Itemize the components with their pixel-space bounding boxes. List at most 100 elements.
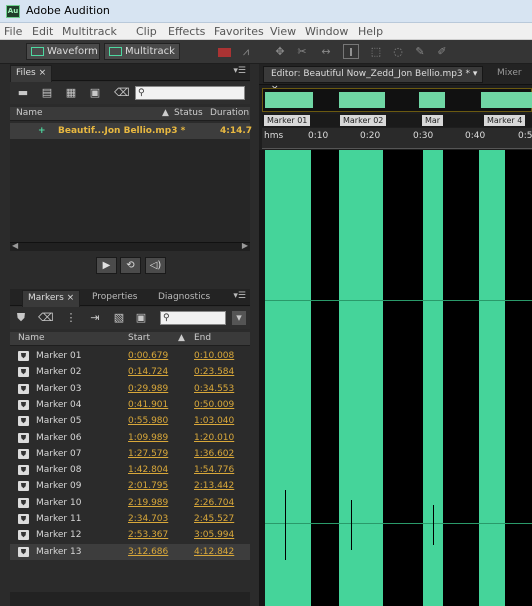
- marker-end[interactable]: 2:45.527: [194, 511, 234, 527]
- multitrack-button[interactable]: Multitrack: [104, 43, 180, 60]
- marker-row[interactable]: ⛊ Marker 04 0:41.901 0:50.009: [10, 397, 250, 413]
- waveform-display[interactable]: [265, 150, 532, 606]
- insert-into-playlist-icon[interactable]: ⇥: [88, 311, 102, 325]
- slip-tool-icon[interactable]: ↔: [318, 44, 334, 59]
- mixer-tab[interactable]: Mixer: [497, 68, 522, 78]
- files-scrollbar[interactable]: ◀ ▶: [10, 241, 250, 251]
- marker-row[interactable]: ⛊ Marker 12 2:53.367 3:05.994: [10, 527, 250, 543]
- markers-scrollbar[interactable]: [10, 592, 250, 606]
- marker-end[interactable]: 1:36.602: [194, 446, 234, 462]
- add-marker-icon[interactable]: ⛊: [14, 311, 28, 325]
- marker-end[interactable]: 2:26.704: [194, 495, 234, 511]
- marker-end[interactable]: 0:23.584: [194, 364, 234, 380]
- marker-row[interactable]: ⛊ Marker 06 1:09.989 1:20.010: [10, 430, 250, 446]
- brush-tool-icon[interactable]: ✎: [412, 44, 428, 59]
- col-start[interactable]: Start: [128, 332, 150, 345]
- marker-start[interactable]: 2:34.703: [128, 511, 168, 527]
- lasso-tool-icon[interactable]: ◌: [390, 44, 406, 59]
- marker-row[interactable]: ⛊ Marker 05 0:55.980 1:03.040: [10, 413, 250, 429]
- marker-row[interactable]: ⛊ Marker 07 1:27.579 1:36.602: [10, 446, 250, 462]
- marker-end[interactable]: 3:05.994: [194, 527, 234, 543]
- time-selection-tool-icon[interactable]: I: [343, 44, 359, 59]
- file-dropdown-icon[interactable]: ▾: [473, 69, 478, 79]
- marker-end[interactable]: 1:20.010: [194, 430, 234, 446]
- time-ruler[interactable]: hms 0:10 0:20 0:30 0:40 0:50: [262, 128, 532, 149]
- panel-menu-icon[interactable]: ▾☰: [233, 291, 246, 301]
- marker-start[interactable]: 2:01.795: [128, 478, 168, 494]
- marker-start[interactable]: 3:12.686: [128, 544, 168, 560]
- merge-markers-icon[interactable]: ⋮: [64, 311, 78, 325]
- marker-flag[interactable]: Marker 4: [484, 115, 526, 126]
- panel-menu-icon[interactable]: ▾☰: [233, 66, 246, 76]
- insert-multitrack-icon[interactable]: ▣: [134, 311, 148, 325]
- waveform-overview[interactable]: [262, 88, 532, 112]
- editor-tab[interactable]: Editor: Beautiful Now_Zedd_Jon Bellio.mp…: [263, 66, 483, 94]
- marker-end[interactable]: 1:03.040: [194, 413, 234, 429]
- export-selection-icon[interactable]: ▧: [112, 311, 126, 325]
- move-tool-icon[interactable]: ✥: [272, 44, 288, 59]
- diagnostics-tab[interactable]: Diagnostics: [158, 292, 210, 302]
- marker-start[interactable]: 0:00.679: [128, 348, 168, 364]
- waveform-button[interactable]: Waveform: [26, 43, 100, 60]
- marker-start[interactable]: 0:55.980: [128, 413, 168, 429]
- scroll-right-icon[interactable]: ▶: [242, 241, 248, 250]
- marker-end[interactable]: 1:54.776: [194, 462, 234, 478]
- markers-tab[interactable]: Markers ×: [22, 290, 81, 307]
- marker-start[interactable]: 0:14.724: [128, 364, 168, 380]
- markers-search-input[interactable]: ⚲: [160, 311, 226, 325]
- play-button[interactable]: ▶: [96, 257, 117, 274]
- col-duration[interactable]: Duration: [210, 107, 249, 120]
- marker-start[interactable]: 1:09.989: [128, 430, 168, 446]
- pitch-display-icon[interactable]: ⩘: [238, 44, 254, 59]
- insert-multitrack-icon[interactable]: ▣: [88, 86, 102, 100]
- col-end[interactable]: End: [194, 332, 211, 345]
- marquee-tool-icon[interactable]: ⬚: [368, 44, 384, 59]
- marker-end[interactable]: 0:34.553: [194, 381, 234, 397]
- menu-view[interactable]: View: [270, 25, 296, 38]
- marker-start[interactable]: 1:42.804: [128, 462, 168, 478]
- marker-flag[interactable]: Marker 01: [264, 115, 311, 126]
- healing-tool-icon[interactable]: ✐: [434, 44, 450, 59]
- properties-tab[interactable]: Properties: [92, 292, 137, 302]
- menu-effects[interactable]: Effects: [168, 25, 205, 38]
- marker-row[interactable]: ⛊ Marker 01 0:00.679 0:10.008: [10, 348, 250, 364]
- marker-row[interactable]: ⛊ Marker 11 2:34.703 2:45.527: [10, 511, 250, 527]
- marker-row[interactable]: ⛊ Marker 09 2:01.795 2:13.442: [10, 478, 250, 494]
- marker-row[interactable]: ⛊ Marker 13 3:12.686 4:12.842: [10, 543, 250, 560]
- delete-icon[interactable]: ⌫: [114, 86, 130, 100]
- new-file-icon[interactable]: ▤: [40, 86, 54, 100]
- marker-flag[interactable]: Mar: [422, 115, 444, 126]
- menu-multitrack[interactable]: Multitrack: [62, 25, 117, 38]
- marker-row[interactable]: ⛊ Marker 02 0:14.724 0:23.584: [10, 364, 250, 380]
- open-folder-icon[interactable]: ▬: [16, 86, 30, 100]
- spectral-display-icon[interactable]: [218, 48, 231, 57]
- marker-end[interactable]: 2:13.442: [194, 478, 234, 494]
- marker-start[interactable]: 2:19.989: [128, 495, 168, 511]
- auto-play-button[interactable]: ◁): [145, 257, 166, 274]
- file-row[interactable]: + Beautif...Jon Bellio.mp3 * 4:14.7: [10, 123, 252, 139]
- marker-start[interactable]: 0:41.901: [128, 397, 168, 413]
- menu-clip[interactable]: Clip: [136, 25, 157, 38]
- filter-icon[interactable]: ▾: [232, 311, 246, 325]
- marker-end[interactable]: 0:10.008: [194, 348, 234, 364]
- marker-row[interactable]: ⛊ Marker 10 2:19.989 2:26.704: [10, 495, 250, 511]
- marker-start[interactable]: 0:29.989: [128, 381, 168, 397]
- col-name[interactable]: Name: [16, 107, 43, 120]
- files-search-input[interactable]: ⚲: [135, 86, 245, 100]
- marker-row[interactable]: ⛊ Marker 03 0:29.989 0:34.553: [10, 381, 250, 397]
- marker-row[interactable]: ⛊ Marker 08 1:42.804 1:54.776: [10, 462, 250, 478]
- col-name[interactable]: Name: [18, 332, 45, 345]
- menu-edit[interactable]: Edit: [32, 25, 53, 38]
- razor-tool-icon[interactable]: ✂: [294, 44, 310, 59]
- menu-window[interactable]: Window: [305, 25, 348, 38]
- menu-favorites[interactable]: Favorites: [214, 25, 264, 38]
- scroll-left-icon[interactable]: ◀: [12, 241, 18, 250]
- marker-start[interactable]: 2:53.367: [128, 527, 168, 543]
- marker-start[interactable]: 1:27.579: [128, 446, 168, 462]
- import-icon[interactable]: ▦: [64, 86, 78, 100]
- files-tab[interactable]: Files ×: [10, 65, 53, 82]
- loop-button[interactable]: ⟲: [120, 257, 141, 274]
- delete-marker-icon[interactable]: ⌫: [38, 311, 54, 325]
- menu-help[interactable]: Help: [358, 25, 383, 38]
- marker-end[interactable]: 0:50.009: [194, 397, 234, 413]
